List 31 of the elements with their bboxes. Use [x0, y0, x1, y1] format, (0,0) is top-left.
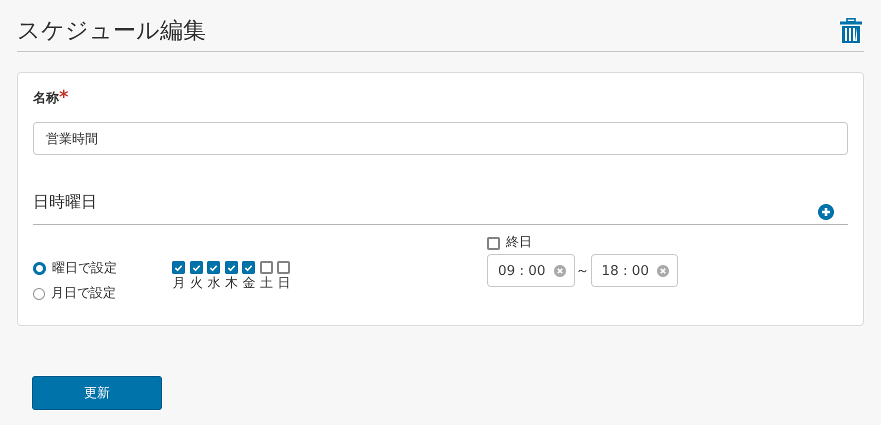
- checkbox[interactable]: [207, 261, 220, 274]
- radio-label: 曜日で設定: [52, 260, 117, 278]
- checkbox[interactable]: [260, 261, 273, 274]
- weekday-label: 水: [207, 275, 220, 293]
- weekday-label: 月: [172, 275, 186, 293]
- weekday-label: 木: [224, 275, 238, 293]
- checkbox[interactable]: [487, 236, 500, 250]
- checkbox[interactable]: [277, 261, 290, 274]
- time-field[interactable]: 09 : 00: [487, 254, 574, 287]
- add-icon[interactable]: [818, 204, 834, 220]
- radio-button[interactable]: [33, 288, 45, 300]
- checkbox[interactable]: [172, 261, 186, 274]
- section-title: 日時曜日: [33, 191, 97, 213]
- checkbox[interactable]: [242, 261, 256, 274]
- weekday-label: 火: [190, 275, 203, 293]
- range-separator: ～: [574, 262, 590, 280]
- checkbox-label: 終日: [506, 234, 532, 252]
- radio-button[interactable]: [33, 262, 46, 275]
- trash-icon[interactable]: [840, 18, 862, 44]
- checkbox[interactable]: [190, 261, 203, 274]
- required-mark: *: [59, 89, 68, 107]
- page-title: スケジュール編集: [17, 16, 206, 46]
- update-button[interactable]: 更新: [32, 376, 162, 410]
- weekday-label: 日: [277, 275, 290, 293]
- time-field[interactable]: 18 : 00: [590, 254, 678, 287]
- checkbox[interactable]: [224, 261, 238, 274]
- radio-label: 月日で設定: [51, 285, 116, 303]
- name-field[interactable]: 営業時間: [33, 122, 848, 155]
- weekday-label: 土: [260, 275, 273, 293]
- field-label: 名称: [33, 90, 59, 108]
- weekday-label: 金: [242, 275, 256, 293]
